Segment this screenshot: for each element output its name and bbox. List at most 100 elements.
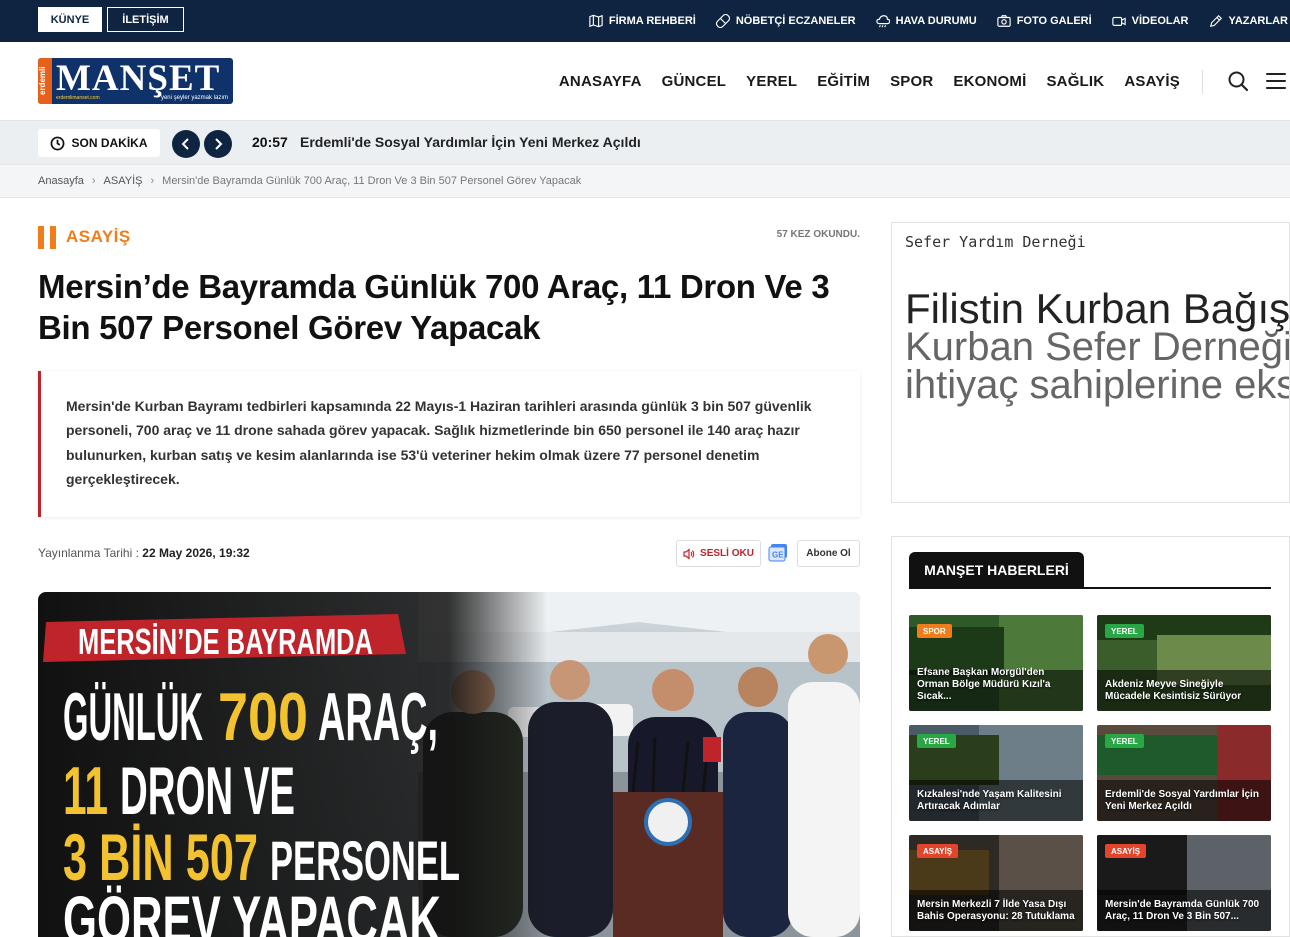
- manset-headlines-widget: MANŞET HABERLERİ SPOR Efsane Başkan Morg…: [891, 536, 1290, 937]
- video-icon: [1111, 16, 1126, 26]
- logo-prefix: erdemli: [38, 58, 52, 104]
- card-badge: YEREL: [1105, 734, 1144, 748]
- breadcrumb-home[interactable]: Anasayfa: [38, 175, 84, 187]
- card-badge: SPOR: [917, 624, 952, 638]
- clock-icon: [51, 136, 65, 150]
- card-caption: Erdemli'de Sosyal Yardımlar İçin Yeni Me…: [1105, 789, 1259, 812]
- card-badge: ASAYİŞ: [917, 844, 959, 858]
- firma-rehberi-label: FİRMA REHBERİ: [608, 15, 696, 27]
- breadcrumb-separator: ›: [91, 175, 96, 187]
- pharmacy-icon: [715, 14, 730, 28]
- kunye-button[interactable]: KÜNYE: [38, 7, 102, 32]
- foto-galeri-link[interactable]: FOTO GALERİ: [996, 14, 1092, 28]
- breadcrumb-separator: ›: [150, 175, 155, 187]
- videolar-link[interactable]: VİDEOLAR: [1111, 14, 1189, 28]
- headline-card[interactable]: ASAYİŞ Mersin Merkezli 7 İlde Yasa Dışı …: [909, 835, 1083, 931]
- site-logo[interactable]: erdemli MANŞET erdemlimanset.com yeni şe…: [38, 58, 233, 104]
- nav-item-yerel[interactable]: YEREL: [746, 73, 797, 90]
- logo-site: erdemlimanset.com: [56, 95, 100, 101]
- top-links: FİRMA REHBERİ NÖBETÇİ ECZANELER HAVA DUR…: [589, 0, 1288, 42]
- camera-icon: [996, 15, 1011, 27]
- svg-text:MERSİN’DE BAYRAMDA: MERSİN’DE BAYRAMDA: [78, 621, 373, 662]
- top-bar: KÜNYE İLETİŞİM FİRMA REHBERİ NÖBETÇİ ECZ…: [0, 0, 1290, 42]
- svg-text:700: 700: [218, 679, 308, 755]
- article-hero-image: MERSİN’DE BAYRAMDA GÜNLÜK 700 ARAÇ, 11 D…: [38, 592, 860, 937]
- map-icon: [589, 14, 603, 28]
- article-summary: Mersin'de Kurban Bayramı tedbirleri kaps…: [38, 371, 860, 517]
- press-conference-image: MERSİN’DE BAYRAMDA GÜNLÜK 700 ARAÇ, 11 D…: [38, 592, 860, 937]
- yazarlar-link[interactable]: YAZARLAR: [1209, 14, 1289, 28]
- logo-brand: MANŞET: [56, 58, 221, 99]
- headline-card[interactable]: YEREL Erdemli'de Sosyal Yardımlar İçin Y…: [1097, 725, 1271, 821]
- breaking-prev-button[interactable]: [172, 130, 200, 158]
- hava-durumu-label: HAVA DURUMU: [895, 15, 977, 27]
- publish-date-label: Yayınlanma Tarihi :: [38, 546, 139, 560]
- card-badge: YEREL: [917, 734, 956, 748]
- svg-text:GÜNLÜK: GÜNLÜK: [63, 679, 203, 755]
- speaker-icon: [683, 547, 695, 560]
- nav-item-saglik[interactable]: SAĞLIK: [1046, 73, 1104, 90]
- foto-galeri-label: FOTO GALERİ: [1016, 15, 1092, 27]
- nav-item-ekonomi[interactable]: EKONOMİ: [953, 73, 1026, 90]
- nav-item-guncel[interactable]: GÜNCEL: [662, 73, 727, 90]
- svg-text:ARAÇ,: ARAÇ,: [318, 679, 438, 755]
- site-header: erdemli MANŞET erdemlimanset.com yeni şe…: [0, 42, 1290, 120]
- publish-date-value: 22 May 2026, 19:32: [142, 546, 250, 560]
- breaking-next-button[interactable]: [204, 130, 232, 158]
- search-icon[interactable]: [1227, 70, 1249, 92]
- listen-button-label: SESLİ OKU: [700, 548, 754, 559]
- yazarlar-label: YAZARLAR: [1228, 15, 1289, 27]
- category-bars-icon: [38, 225, 56, 249]
- google-news-icon[interactable]: GE: [768, 543, 790, 563]
- weather-icon: [875, 15, 890, 28]
- breaking-news-headline[interactable]: Erdemli'de Sosyal Yardımlar İçin Yeni Me…: [300, 134, 641, 150]
- read-count: 57 KEZ OKUNDU.: [776, 229, 860, 240]
- headline-card[interactable]: YEREL Kızkalesi'nde Yaşam Kalitesini Art…: [909, 725, 1083, 821]
- card-badge: YEREL: [1105, 624, 1144, 638]
- card-badge: ASAYİŞ: [1105, 844, 1147, 858]
- nav-item-asayis[interactable]: ASAYİŞ: [1124, 73, 1180, 90]
- listen-button[interactable]: SESLİ OKU: [676, 540, 761, 567]
- article-category-label: ASAYİŞ: [66, 227, 131, 246]
- breadcrumb-current: Mersin'de Bayramda Günlük 700 Araç, 11 D…: [162, 175, 582, 187]
- pen-icon: [1209, 14, 1222, 28]
- ad-sponsor: Sefer Yardım Derneği: [905, 233, 1086, 251]
- sidebar-ad[interactable]: Sefer Yardım Derneği Filistin Kurban Bağ…: [891, 222, 1290, 503]
- breadcrumb-category[interactable]: ASAYİŞ: [104, 175, 143, 187]
- breadcrumb: Anasayfa › ASAYİŞ › Mersin'de Bayramda G…: [0, 164, 1290, 198]
- firma-rehberi-link[interactable]: FİRMA REHBERİ: [589, 14, 696, 28]
- card-caption: Efsane Başkan Morgül'den Orman Bölge Müd…: [917, 667, 1051, 702]
- headline-card[interactable]: ASAYİŞ Mersin'de Bayramda Günlük 700 Ara…: [1097, 835, 1271, 931]
- breaking-news-bar: SON DAKİKA 20:57 Erdemli'de Sosyal Yardı…: [0, 120, 1290, 164]
- nav-item-anasayfa[interactable]: ANASAYFA: [559, 73, 642, 90]
- logo-slogan: yeni şeyler yazmak lazım: [160, 95, 228, 101]
- subscribe-button[interactable]: Abone Ol: [797, 540, 860, 567]
- iletisim-button[interactable]: İLETİŞİM: [107, 7, 184, 32]
- card-caption: Kızkalesi'nde Yaşam Kalitesini Artıracak…: [917, 789, 1062, 812]
- nobetci-eczaneler-link[interactable]: NÖBETÇİ ECZANELER: [715, 14, 856, 28]
- article-title: Mersin’de Bayramda Günlük 700 Araç, 11 D…: [38, 268, 830, 346]
- breaking-news-label-text: SON DAKİKA: [71, 136, 148, 150]
- headline-card[interactable]: YEREL Akdeniz Meyve Sineğiyle Mücadele K…: [1097, 615, 1271, 711]
- publish-date: Yayınlanma Tarihi : 22 May 2026, 19:32: [38, 546, 250, 560]
- svg-text:11: 11: [63, 753, 108, 829]
- videolar-label: VİDEOLAR: [1131, 15, 1189, 27]
- headlines-title: MANŞET HABERLERİ: [909, 552, 1084, 588]
- ad-line-3: ihtiyaç sahiplerine eksiksiz: [905, 363, 1289, 407]
- nobetci-eczaneler-label: NÖBETÇİ ECZANELER: [735, 15, 856, 27]
- breaking-news-label: SON DAKİKA: [38, 129, 160, 157]
- chevron-right-icon: [215, 138, 223, 150]
- card-caption: Mersin Merkezli 7 İlde Yasa Dışı Bahis O…: [917, 899, 1075, 922]
- headline-card[interactable]: SPOR Efsane Başkan Morgül'den Orman Bölg…: [909, 615, 1083, 711]
- card-caption: Mersin'de Bayramda Günlük 700 Araç, 11 D…: [1105, 899, 1260, 922]
- nav-divider: [1202, 70, 1203, 94]
- nav-item-spor[interactable]: SPOR: [890, 73, 933, 90]
- hamburger-menu-icon[interactable]: [1265, 72, 1287, 90]
- svg-text:DRON VE: DRON VE: [120, 753, 295, 829]
- hava-durumu-link[interactable]: HAVA DURUMU: [875, 14, 977, 28]
- article-category[interactable]: ASAYİŞ: [38, 225, 131, 249]
- headlines-rule: [909, 587, 1271, 589]
- main-nav: ANASAYFA GÜNCEL YEREL EĞİTİM SPOR EKONOM…: [559, 42, 1180, 120]
- nav-item-egitim[interactable]: EĞİTİM: [817, 73, 870, 90]
- svg-text:GÖREV YAPACAK: GÖREV YAPACAK: [63, 882, 441, 937]
